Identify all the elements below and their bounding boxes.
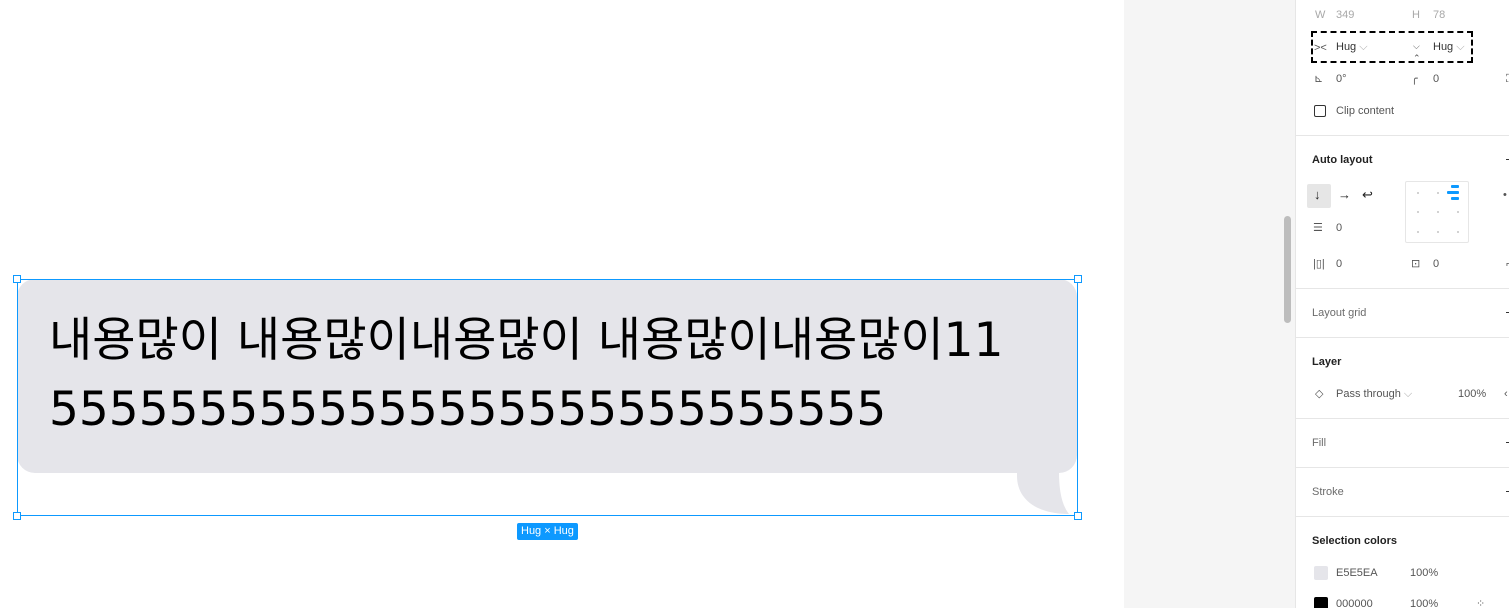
color-opacity-2[interactable]: 100% xyxy=(1410,598,1438,608)
layout-grid-title: Layout grid xyxy=(1312,307,1367,319)
select-matching-icon[interactable]: ⁘ xyxy=(1476,598,1485,608)
properties-panel: W 349 H 78 >< Hug ⌵ ⌵⌃ Hug ⌵ ⊾ 0° ╭ 0 ⛶ … xyxy=(1295,0,1509,608)
chat-bubble-text[interactable]: 내용많이 내용많이내용많이 내용많이내용많이11 555555555555555… xyxy=(49,306,1059,444)
divider xyxy=(1296,418,1509,419)
chevron-down-icon: ⌵ xyxy=(1456,41,1465,53)
resize-handle-bottom-right[interactable] xyxy=(1074,512,1082,520)
bubble-text-line-2: 5555555555555555555555555555 xyxy=(49,382,887,437)
divider xyxy=(1296,135,1509,136)
divider xyxy=(1296,467,1509,468)
clip-content-checkbox[interactable] xyxy=(1314,105,1326,117)
spacing-icon: ☰ xyxy=(1313,222,1323,234)
divider xyxy=(1296,288,1509,289)
fill-title: Fill xyxy=(1312,437,1327,449)
color-swatch-1[interactable] xyxy=(1314,566,1328,580)
visibility-icon[interactable]: ‹ xyxy=(1504,388,1508,400)
color-hex-2[interactable]: 000000 xyxy=(1336,598,1373,608)
height-label: H xyxy=(1412,9,1420,21)
vertical-resize-icon: ⌵ ⌃ xyxy=(1413,41,1421,63)
more-options-icon[interactable]: • xyxy=(1503,189,1507,201)
horizontal-padding-icon: |▯| xyxy=(1313,258,1325,270)
resize-handle-top-left[interactable] xyxy=(13,275,21,283)
height-value[interactable]: 78 xyxy=(1433,9,1445,21)
arrow-right-icon[interactable]: → xyxy=(1338,188,1351,201)
chevron-down-icon: ⌵ xyxy=(1359,41,1368,53)
layer-opacity-value[interactable]: 100% xyxy=(1458,388,1486,400)
horizontal-resize-icon: >< xyxy=(1314,42,1327,54)
alignment-grid[interactable] xyxy=(1405,181,1469,243)
horizontal-padding-value[interactable]: 0 xyxy=(1336,258,1342,270)
color-swatch-2[interactable] xyxy=(1314,597,1328,608)
bubble-text-line-1: 내용많이 내용많이내용많이 내용많이내용많이11 xyxy=(49,313,1004,368)
canvas-gutter xyxy=(1124,0,1284,608)
color-opacity-1[interactable]: 100% xyxy=(1410,567,1438,579)
corner-radius-value[interactable]: 0 xyxy=(1433,73,1439,85)
width-mode-dropdown[interactable]: Hug ⌵ xyxy=(1336,41,1368,54)
width-value[interactable]: 349 xyxy=(1336,9,1354,21)
vertical-padding-value[interactable]: 0 xyxy=(1433,258,1439,270)
panel-scrollbar-thumb[interactable] xyxy=(1284,216,1291,323)
vertical-padding-icon: ⊡ xyxy=(1411,258,1421,270)
clip-content-label: Clip content xyxy=(1336,105,1395,117)
figma-workspace: 내용많이 내용많이내용많이 내용많이내용많이11 555555555555555… xyxy=(0,0,1509,608)
blend-mode-dropdown[interactable]: Pass through ⌵ xyxy=(1336,388,1412,401)
rotation-icon: ⊾ xyxy=(1314,73,1324,85)
blend-mode-value: Pass through xyxy=(1336,388,1401,400)
width-label: W xyxy=(1315,9,1326,21)
chevron-down-icon: ⌵ xyxy=(1403,388,1413,400)
height-mode-dropdown[interactable]: Hug ⌵ xyxy=(1433,41,1465,54)
size-badge: Hug × Hug xyxy=(517,523,578,540)
resize-handle-top-right[interactable] xyxy=(1074,275,1082,283)
height-mode-value: Hug xyxy=(1433,41,1454,53)
spacing-value[interactable]: 0 xyxy=(1336,222,1342,234)
arrow-down-icon: ↓ xyxy=(1314,187,1321,202)
wrap-icon[interactable]: ↩ xyxy=(1362,188,1373,201)
divider xyxy=(1296,516,1509,517)
chat-bubble-tail xyxy=(1017,448,1069,514)
blend-mode-icon: ◇ xyxy=(1315,388,1324,400)
layer-title: Layer xyxy=(1312,356,1342,368)
rotation-value[interactable]: 0° xyxy=(1336,73,1347,85)
stroke-title: Stroke xyxy=(1312,486,1344,498)
color-hex-1[interactable]: E5E5EA xyxy=(1336,567,1378,579)
divider xyxy=(1296,337,1509,338)
selection-colors-title: Selection colors xyxy=(1312,535,1397,547)
width-mode-value: Hug xyxy=(1336,41,1357,53)
corner-radius-icon: ╭ xyxy=(1411,73,1418,85)
resize-handle-bottom-left[interactable] xyxy=(13,512,21,520)
auto-layout-title: Auto layout xyxy=(1312,154,1373,166)
